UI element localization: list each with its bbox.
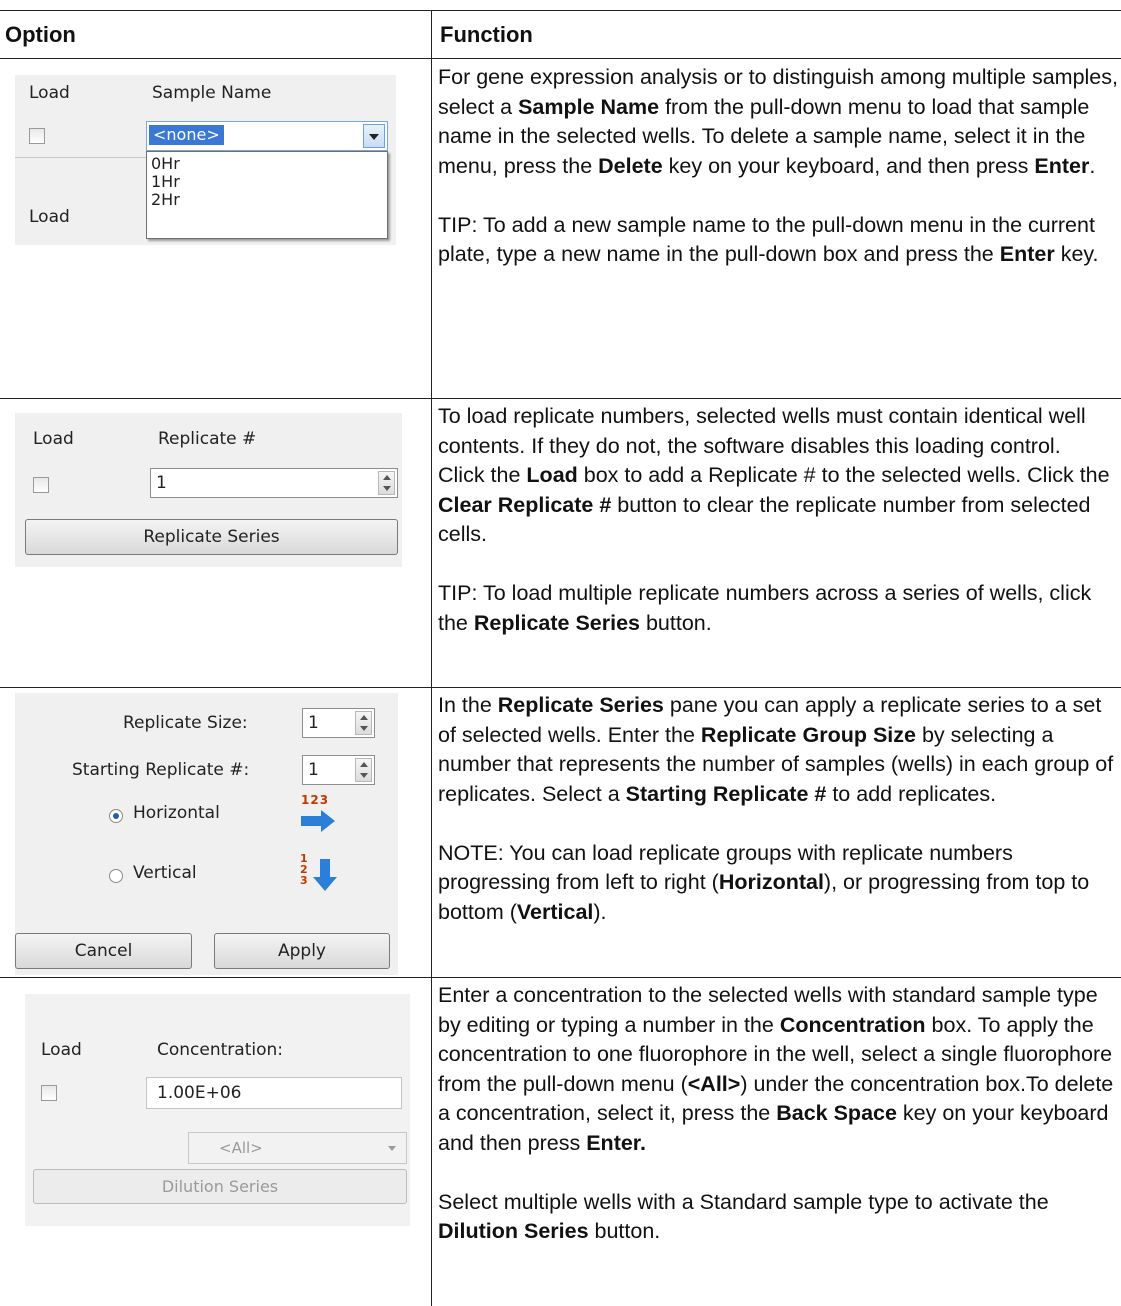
replicate-series-button[interactable]: Replicate Series — [25, 519, 398, 555]
replicate-label: Replicate # — [158, 429, 257, 449]
tip-paragraph: TIP: To load multiple replicate numbers … — [438, 581, 1092, 635]
function-text-sample-name: For gene expression analysis or to disti… — [438, 63, 1118, 270]
sample-option-2hr[interactable]: 2Hr — [151, 190, 180, 209]
replicate-series-screenshot: Replicate Size: 1 Starting Replicate #: … — [15, 693, 398, 975]
sample-name-screenshot: Load Sample Name <none> 0Hr 1Hr 2Hr Load — [15, 75, 396, 245]
table-row-sample-name: Load Sample Name <none> 0Hr 1Hr 2Hr Load… — [0, 59, 1121, 399]
tip-paragraph: TIP: To add a new sample name to the pul… — [438, 212, 1099, 267]
header-function: Function — [440, 22, 533, 47]
sample-option-0hr[interactable]: 0Hr — [151, 154, 180, 173]
table-row-replicate-series: Replicate Size: 1 Starting Replicate #: … — [0, 688, 1121, 978]
load-checkbox[interactable] — [29, 128, 45, 144]
chevron-down-icon — [388, 1146, 396, 1151]
load-label: Load — [29, 83, 70, 103]
horizontal-label: Horizontal — [133, 803, 220, 823]
spin-arrows-icon[interactable] — [355, 711, 372, 735]
function-text-replicate: To load replicate numbers, selected well… — [438, 402, 1118, 638]
cancel-button[interactable]: Cancel — [15, 933, 192, 969]
table-header-row: Option Function — [0, 10, 1121, 59]
sample-name-label: Sample Name — [152, 83, 272, 103]
header-option: Option — [5, 22, 76, 47]
load-checkbox[interactable] — [33, 477, 49, 493]
replicate-size-stepper[interactable]: 1 — [302, 708, 375, 738]
horizontal-order-icon: 123 — [297, 793, 339, 835]
replicate-value: 1 — [156, 473, 167, 493]
spin-arrows-icon[interactable] — [355, 758, 372, 782]
chevron-down-icon[interactable] — [363, 124, 385, 148]
concentration-label: Concentration: — [157, 1040, 283, 1060]
sample-name-dropdown[interactable]: <none> — [146, 121, 388, 151]
sample-name-options-list: 0Hr 1Hr 2Hr — [146, 151, 388, 239]
vertical-label: Vertical — [133, 863, 197, 883]
starting-replicate-value: 1 — [308, 760, 319, 780]
paragraph: Click the Load box to add a Replicate # … — [438, 463, 1110, 546]
load-label: Load — [41, 1040, 82, 1060]
spin-arrows-icon[interactable] — [378, 471, 395, 495]
load-label: Load — [33, 429, 74, 449]
replicate-size-label: Replicate Size: — [123, 713, 248, 733]
dilution-series-button[interactable]: Dilution Series — [33, 1169, 407, 1204]
paragraph: Enter a concentration to the selected we… — [438, 983, 1114, 1155]
fluorophore-select[interactable]: <All> — [188, 1132, 407, 1164]
divider — [15, 157, 146, 158]
sample-name-selected-value: <none> — [149, 125, 224, 145]
note-paragraph: NOTE: You can load replicate groups with… — [438, 840, 1090, 924]
replicate-number-stepper[interactable]: 1 — [150, 468, 398, 498]
function-text-concentration: Enter a concentration to the selected we… — [438, 981, 1118, 1247]
starting-replicate-label: Starting Replicate #: — [72, 760, 250, 780]
function-text-replicate-series: In the Replicate Series pane you can app… — [438, 691, 1118, 927]
load-label-2: Load — [29, 207, 70, 227]
concentration-input[interactable]: 1.00E+06 — [146, 1077, 402, 1109]
concentration-screenshot: Load Concentration: 1.00E+06 <All> Dilut… — [25, 994, 410, 1226]
horizontal-radio[interactable] — [109, 809, 123, 823]
paragraph: In the Replicate Series pane you can app… — [438, 693, 1114, 806]
paragraph: To load replicate numbers, selected well… — [438, 404, 1086, 458]
replicate-screenshot: Load Replicate # 1 Replicate Series — [15, 413, 402, 567]
load-checkbox[interactable] — [41, 1085, 57, 1101]
replicate-size-value: 1 — [308, 713, 319, 733]
table-row-replicate: Load Replicate # 1 Replicate Series To l… — [0, 399, 1121, 688]
table-row-concentration: Load Concentration: 1.00E+06 <All> Dilut… — [0, 978, 1121, 1306]
paragraph: For gene expression analysis or to disti… — [438, 65, 1118, 178]
vertical-order-icon: 123 — [297, 853, 339, 895]
starting-replicate-stepper[interactable]: 1 — [302, 755, 375, 785]
fluorophore-selected-value: <All> — [219, 1139, 263, 1157]
sample-option-1hr[interactable]: 1Hr — [151, 172, 180, 191]
paragraph: Select multiple wells with a Standard sa… — [438, 1189, 1049, 1244]
concentration-value: 1.00E+06 — [157, 1083, 242, 1103]
apply-button[interactable]: Apply — [214, 933, 390, 969]
vertical-radio[interactable] — [109, 869, 123, 883]
